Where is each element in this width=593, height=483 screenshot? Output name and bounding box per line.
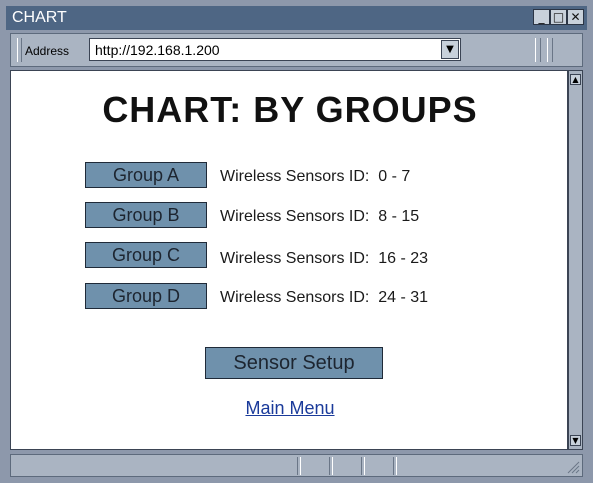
window-title: CHART bbox=[12, 9, 67, 26]
group-c-range: 16 - 23 bbox=[378, 250, 429, 267]
main-menu-link[interactable]: Main Menu bbox=[11, 398, 567, 419]
group-a-label: Wireless Sensors ID: bbox=[220, 168, 370, 185]
close-button[interactable]: ✕ bbox=[567, 9, 584, 25]
status-divider bbox=[297, 457, 301, 475]
browser-window: CHART _ □ ✕ Address http://192.168.1.200… bbox=[0, 0, 593, 483]
group-c-description: Wireless Sensors ID: 16 - 23 bbox=[220, 250, 428, 268]
group-a-button[interactable]: Group A bbox=[85, 162, 207, 188]
status-bar bbox=[10, 454, 583, 477]
toolbar-grip[interactable] bbox=[17, 38, 22, 62]
sensor-setup-button[interactable]: Sensor Setup bbox=[205, 347, 383, 379]
address-url[interactable]: http://192.168.1.200 bbox=[95, 42, 220, 58]
page-title: CHART: BY GROUPS bbox=[102, 89, 478, 130]
group-b-range: 8 - 15 bbox=[378, 208, 420, 225]
group-a-range: 0 - 7 bbox=[378, 168, 411, 185]
group-c-button[interactable]: Group C bbox=[85, 242, 207, 268]
group-d-description: Wireless Sensors ID: 24 - 31 bbox=[220, 289, 428, 307]
address-dropdown-icon[interactable]: ▼ bbox=[441, 40, 459, 59]
scroll-up-icon[interactable]: ▲ bbox=[570, 74, 581, 85]
group-b-description: Wireless Sensors ID: 8 - 15 bbox=[220, 208, 419, 226]
group-b-button[interactable]: Group B bbox=[85, 202, 207, 228]
address-input[interactable]: http://192.168.1.200 ▼ bbox=[89, 38, 461, 61]
page-content: CHART: BY GROUPS Group A Wireless Sensor… bbox=[10, 70, 568, 450]
group-d-range: 24 - 31 bbox=[378, 289, 429, 306]
toolbar-separator bbox=[547, 38, 553, 62]
resize-grip-icon[interactable] bbox=[566, 460, 580, 474]
group-d-button[interactable]: Group D bbox=[85, 283, 207, 309]
address-label: Address bbox=[25, 44, 70, 58]
address-bar: Address http://192.168.1.200 ▼ bbox=[10, 33, 583, 67]
toolbar-separator bbox=[535, 38, 541, 62]
status-divider bbox=[393, 457, 397, 475]
group-b-label: Wireless Sensors ID: bbox=[220, 208, 370, 225]
title-bar: CHART _ □ ✕ bbox=[6, 6, 587, 30]
scroll-down-icon[interactable]: ▼ bbox=[570, 435, 581, 446]
group-c-label: Wireless Sensors ID: bbox=[220, 250, 370, 267]
maximize-button[interactable]: □ bbox=[550, 9, 567, 25]
group-a-description: Wireless Sensors ID: 0 - 7 bbox=[220, 168, 410, 186]
vertical-scrollbar[interactable]: ▲ ▼ bbox=[568, 70, 583, 450]
status-divider bbox=[329, 457, 333, 475]
minimize-button[interactable]: _ bbox=[533, 9, 550, 25]
status-divider bbox=[361, 457, 365, 475]
group-d-label: Wireless Sensors ID: bbox=[220, 289, 370, 306]
window-controls: _ □ ✕ bbox=[533, 9, 584, 25]
